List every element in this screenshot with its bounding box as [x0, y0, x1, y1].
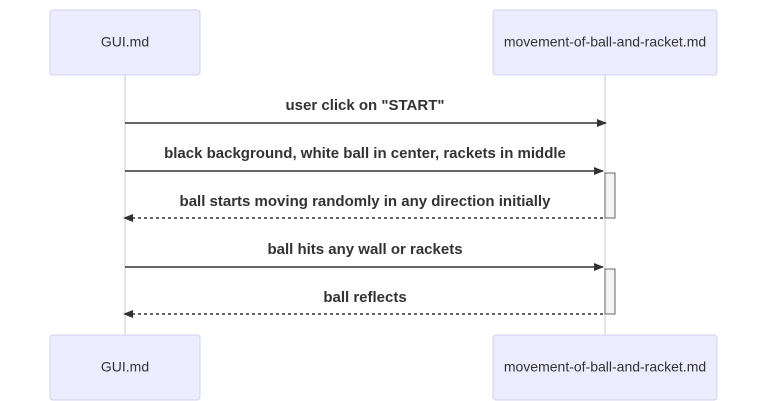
message-label: ball hits any wall or rackets: [267, 241, 462, 258]
message-3: ball starts moving randomly in any direc…: [123, 193, 603, 222]
message-2: black background, white ball in center, …: [125, 145, 604, 175]
message-5: ball reflects: [123, 289, 603, 318]
actor-label: GUI.md: [101, 359, 149, 375]
actor-label: movement-of-ball-and-racket.md: [504, 34, 706, 50]
message-4: ball hits any wall or rackets: [125, 241, 604, 271]
message-label: user click on "START": [286, 97, 445, 114]
activation-bar: [604, 268, 616, 315]
message-1: user click on "START": [125, 97, 607, 127]
actor-label: GUI.md: [101, 34, 149, 50]
message-label: ball reflects: [323, 289, 406, 306]
activation-bar: [604, 172, 616, 219]
message-label: ball starts moving randomly in any direc…: [180, 193, 552, 210]
actor-bottom-movement: movement-of-ball-and-racket.md: [492, 334, 718, 401]
message-label: black background, white ball in center, …: [164, 145, 566, 162]
actor-bottom-gui: GUI.md: [49, 334, 201, 401]
actor-top-movement: movement-of-ball-and-racket.md: [492, 9, 718, 76]
sequence-diagram: GUI.md movement-of-ball-and-racket.md us…: [49, 9, 718, 401]
actor-top-gui: GUI.md: [49, 9, 201, 76]
actor-label: movement-of-ball-and-racket.md: [504, 359, 706, 375]
